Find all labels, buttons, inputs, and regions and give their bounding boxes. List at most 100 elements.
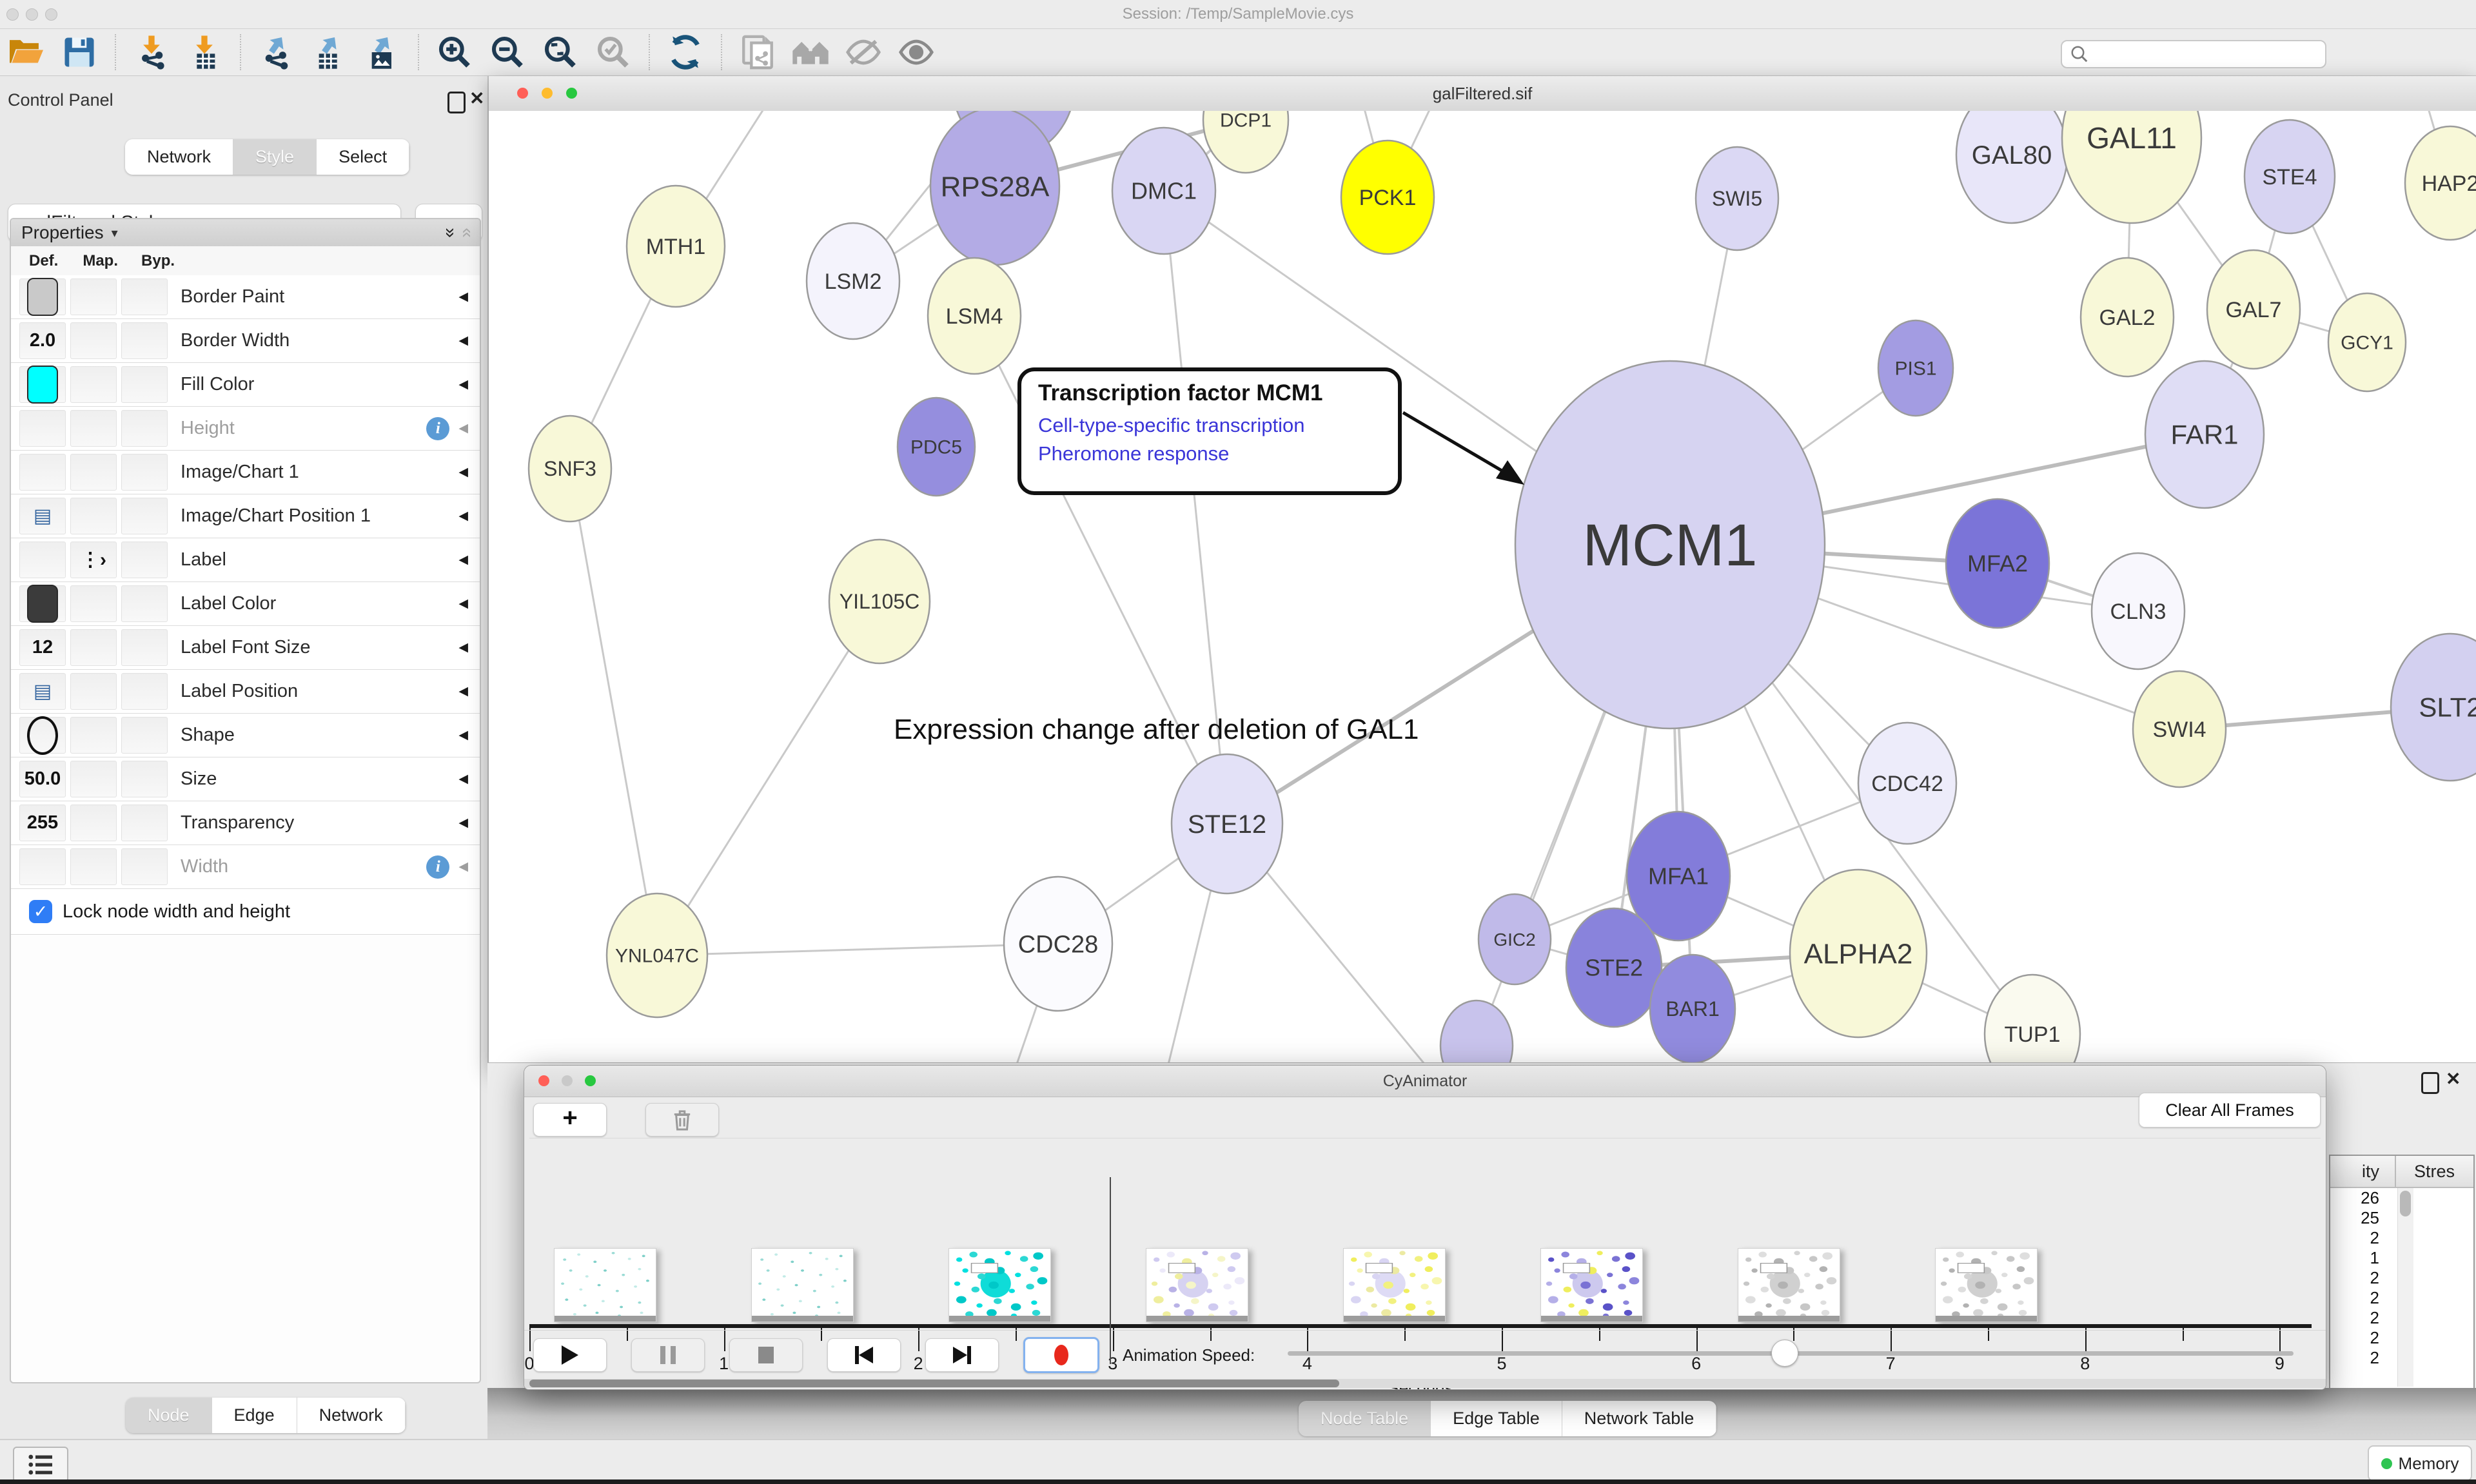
property-row-label-color[interactable]: Label Color◀ xyxy=(11,582,480,626)
default-value-cell[interactable] xyxy=(19,717,66,754)
network-edge[interactable] xyxy=(657,601,879,955)
mapping-cell[interactable] xyxy=(70,278,117,315)
frame-thumbnail-3[interactable] xyxy=(948,1248,1051,1322)
zoom-selected-icon[interactable] xyxy=(592,32,634,72)
stop-button[interactable] xyxy=(729,1338,803,1372)
save-session-icon[interactable] xyxy=(58,32,101,72)
collapse-arrow-icon[interactable]: ◀ xyxy=(458,333,468,348)
export-image-icon[interactable] xyxy=(361,32,404,72)
clear-all-frames-button[interactable]: Clear All Frames xyxy=(2139,1093,2321,1128)
tab-node-table[interactable]: Node Table xyxy=(1299,1401,1431,1436)
default-value-cell[interactable]: ▤ xyxy=(19,498,66,534)
node-table[interactable]: ity Stres 26252122222 xyxy=(2329,1155,2475,1391)
tab-node[interactable]: Node xyxy=(126,1398,212,1433)
clone-view-icon[interactable] xyxy=(736,32,779,72)
info-icon[interactable]: i xyxy=(426,855,449,879)
float-panel-icon[interactable] xyxy=(2421,1072,2439,1094)
show-panels-button[interactable] xyxy=(13,1447,68,1483)
properties-header[interactable]: Properties ▾ » » xyxy=(11,219,480,247)
collapse-arrow-icon[interactable]: ◀ xyxy=(458,465,468,480)
column-header[interactable]: Stres xyxy=(2395,1156,2473,1187)
bypass-cell[interactable] xyxy=(121,410,168,447)
network-node-swi5[interactable]: SWI5 xyxy=(1696,147,1778,250)
table-cell-value[interactable]: 2 xyxy=(2330,1348,2395,1368)
bypass-cell[interactable] xyxy=(121,761,168,797)
frame-thumbnail-2[interactable] xyxy=(751,1248,854,1322)
lock-checkbox[interactable]: ✓ xyxy=(29,900,52,923)
property-row-border-paint[interactable]: Border Paint◀ xyxy=(11,275,480,319)
import-table-icon[interactable] xyxy=(183,32,226,72)
network-node-rps28a[interactable]: RPS28A xyxy=(930,111,1059,265)
bypass-cell[interactable] xyxy=(121,629,168,666)
default-value-cell[interactable]: ▤ xyxy=(19,673,66,710)
table-cell-value[interactable]: 2 xyxy=(2330,1328,2395,1348)
bypass-cell[interactable] xyxy=(121,542,168,578)
tab-style[interactable]: Style xyxy=(233,139,317,175)
network-node-cdc42[interactable]: CDC42 xyxy=(1858,723,1956,844)
network-node-cln3[interactable]: CLN3 xyxy=(2092,553,2185,669)
table-cell-value[interactable]: 2 xyxy=(2330,1308,2395,1328)
collapse-arrow-icon[interactable]: ◀ xyxy=(458,552,468,567)
network-node-mfa2[interactable]: MFA2 xyxy=(1946,499,2049,628)
network-node-gal7[interactable]: GAL7 xyxy=(2207,250,2300,369)
network-node-dmc1[interactable]: DMC1 xyxy=(1112,128,1215,254)
speed-slider-knob[interactable] xyxy=(1771,1340,1798,1367)
property-row-size[interactable]: 50.0Size◀ xyxy=(11,757,480,801)
mapping-cell[interactable] xyxy=(70,366,117,403)
default-value-cell[interactable] xyxy=(19,848,66,885)
collapse-arrow-icon[interactable]: ◀ xyxy=(458,421,468,436)
open-session-icon[interactable] xyxy=(5,32,48,72)
tab-edge[interactable]: Edge xyxy=(212,1398,297,1433)
property-row-transparency[interactable]: 255Transparency◀ xyxy=(11,801,480,845)
collapse-arrow-icon[interactable]: ◀ xyxy=(458,640,468,655)
playhead[interactable] xyxy=(1110,1177,1111,1364)
frame-thumbnail-8[interactable] xyxy=(1935,1248,2038,1322)
network-node-ste12[interactable]: STE12 xyxy=(1172,754,1282,893)
network-node-pck1[interactable]: PCK1 xyxy=(1341,141,1434,254)
network-node-swi4[interactable]: SWI4 xyxy=(2133,671,2226,787)
zoom-in-icon[interactable] xyxy=(433,32,476,72)
bypass-cell[interactable] xyxy=(121,454,168,491)
bypass-cell[interactable] xyxy=(121,717,168,754)
network-node-gal80[interactable]: GAL80 xyxy=(1956,111,2067,223)
collapse-arrow-icon[interactable]: ◀ xyxy=(458,728,468,743)
property-row-fill-color[interactable]: Fill Color◀ xyxy=(11,363,480,407)
network-node-yil105c[interactable]: YIL105C xyxy=(829,540,930,663)
property-row-image-chart-position-1[interactable]: ▤Image/Chart Position 1◀ xyxy=(11,494,480,538)
network-node-lsm4[interactable]: LSM4 xyxy=(928,258,1021,374)
bypass-cell[interactable] xyxy=(121,498,168,534)
timeline-scrollbar[interactable] xyxy=(524,1379,2326,1388)
mapping-cell[interactable] xyxy=(70,498,117,534)
memory-button[interactable]: Memory xyxy=(2368,1445,2472,1481)
zoom-fit-icon[interactable] xyxy=(539,32,582,72)
mapping-cell[interactable]: ⋮› xyxy=(70,542,117,578)
network-node-gcy1[interactable]: GCY1 xyxy=(2328,293,2406,391)
network-node-unlabeled[interactable] xyxy=(1440,1001,1513,1069)
table-cell-value[interactable]: 25 xyxy=(2330,1208,2395,1228)
network-node-far1[interactable]: FAR1 xyxy=(2145,361,2264,508)
bypass-cell[interactable] xyxy=(121,805,168,841)
show-selected-icon[interactable] xyxy=(895,32,938,72)
mapping-cell[interactable] xyxy=(70,629,117,666)
collapse-all-icon[interactable]: » xyxy=(455,228,476,238)
collapse-arrow-icon[interactable]: ◀ xyxy=(458,289,468,304)
network-node-ste4[interactable]: STE4 xyxy=(2245,120,2335,233)
network-node-bar1[interactable]: BAR1 xyxy=(1650,955,1735,1063)
skip-to-end-button[interactable] xyxy=(925,1338,999,1372)
search-input[interactable] xyxy=(2061,40,2326,68)
export-network-icon[interactable] xyxy=(255,32,298,72)
annotation-box[interactable]: Transcription factor MCM1 Cell-type-spec… xyxy=(1017,367,1402,495)
network-node-dcp1[interactable]: DCP1 xyxy=(1203,111,1288,173)
table-cell-value[interactable]: 2 xyxy=(2330,1268,2395,1288)
export-table-icon[interactable] xyxy=(308,32,351,72)
network-window-titlebar[interactable]: galFiltered.sif xyxy=(489,76,2476,112)
default-value-cell[interactable] xyxy=(19,410,66,447)
import-network-icon[interactable] xyxy=(130,32,173,72)
default-value-cell[interactable]: 2.0 xyxy=(19,322,66,359)
frame-thumbnail-1[interactable] xyxy=(554,1248,656,1322)
mapping-cell[interactable] xyxy=(70,322,117,359)
property-row-shape[interactable]: Shape◀ xyxy=(11,714,480,757)
play-button[interactable] xyxy=(533,1338,607,1372)
network-node-snf3[interactable]: SNF3 xyxy=(529,416,611,522)
property-row-label[interactable]: ⋮›Label◀ xyxy=(11,538,480,582)
